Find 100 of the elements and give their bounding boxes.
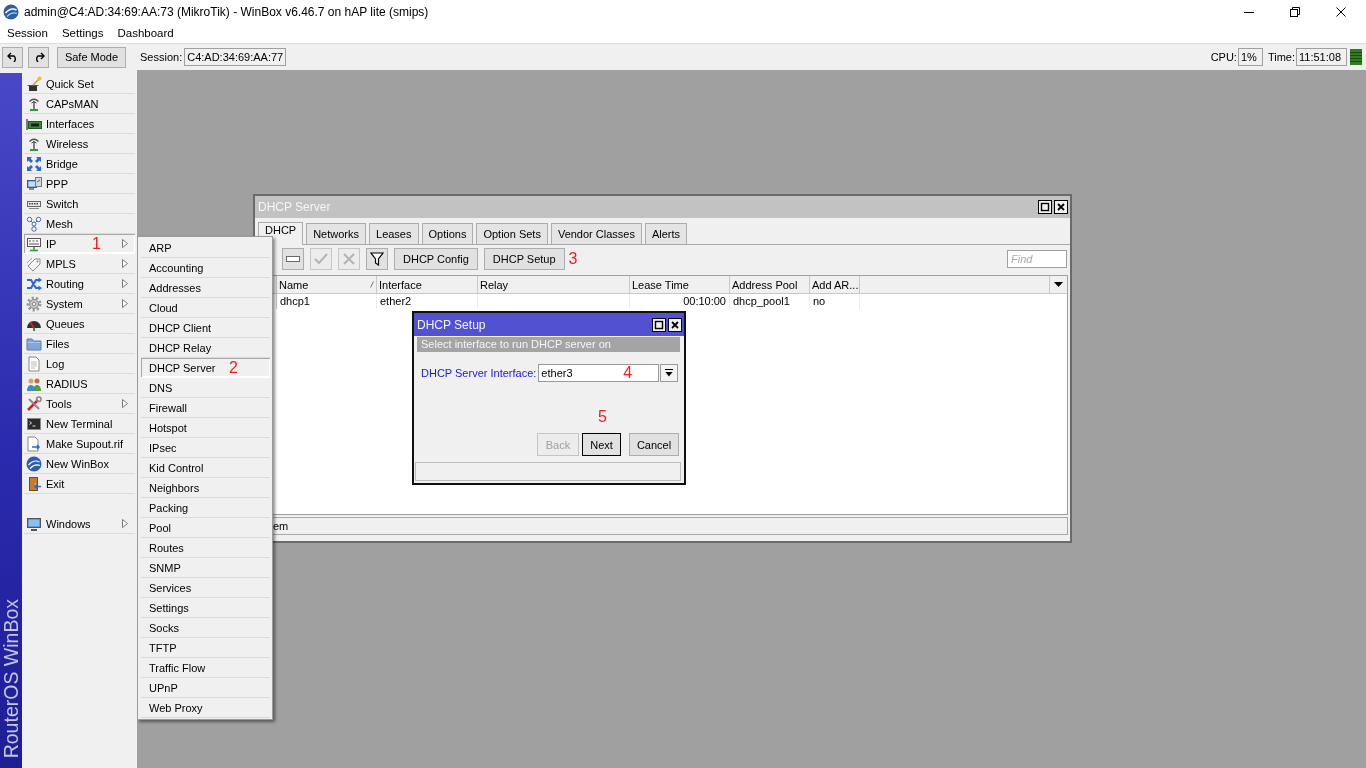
submenu-item[interactable]: DNS (141, 378, 270, 398)
computer-icon (26, 175, 42, 192)
submenu-item[interactable]: ARP (141, 238, 270, 258)
menu-item[interactable]: Settings (54, 24, 111, 43)
sidebar-item[interactable]: New Terminal (24, 414, 135, 434)
tab[interactable]: Vendor Classes (550, 223, 642, 244)
filter-icon (370, 252, 384, 266)
magic-hat-icon (26, 75, 42, 92)
submenu-item[interactable]: Services (141, 578, 270, 598)
tab[interactable]: Networks (306, 223, 366, 244)
session-label: Session: (140, 51, 183, 63)
submenu-item[interactable]: Hotspot (141, 418, 270, 438)
submenu-item[interactable]: Pool (141, 518, 270, 538)
step-number: 2 (229, 359, 238, 377)
dialog-button[interactable]: Cancel (629, 433, 679, 456)
column-header[interactable]: Lease Time (630, 276, 730, 293)
submenu-item[interactable]: UPnP (141, 678, 270, 698)
submenu-item[interactable]: Kid Control (141, 458, 270, 478)
dropdown-button[interactable] (660, 364, 679, 382)
submenu-item[interactable]: Firewall (141, 398, 270, 418)
tab[interactable]: Leases (369, 223, 419, 244)
submenu-item[interactable]: Web Proxy (141, 698, 270, 718)
submenu-item[interactable]: Socks (141, 618, 270, 638)
close-icon[interactable] (1054, 200, 1068, 214)
field-label: DHCP Server Interface: (421, 367, 537, 379)
sidebar-item[interactable]: Wireless (24, 134, 135, 154)
submenu-item[interactable]: SNMP (141, 558, 270, 578)
column-header[interactable]: Interface (377, 276, 478, 293)
column-header[interactable]: Add AR... (810, 276, 860, 293)
sidebar-item[interactable]: System (24, 294, 135, 314)
door-icon (26, 475, 42, 492)
submenu-item[interactable]: Routes (141, 538, 270, 558)
sidebar-item[interactable]: Bridge (24, 154, 135, 174)
submenu-arrow-icon (122, 279, 128, 288)
minus-icon (286, 256, 300, 262)
tab[interactable]: Option Sets (476, 223, 548, 244)
column-header[interactable]: Address Pool (730, 276, 810, 293)
column-header[interactable]: Name (277, 276, 377, 293)
down-arrow-icon (665, 369, 674, 377)
sidebar-item[interactable]: Switch (24, 194, 135, 214)
submenu-item[interactable]: Settings (141, 598, 270, 618)
tag-icon (26, 255, 42, 272)
sidebar-item[interactable]: Exit (24, 474, 135, 494)
sidebar-item[interactable]: CAPsMAN (24, 94, 135, 114)
step-number: 1 (92, 235, 101, 253)
submenu-item[interactable]: DHCP Client (141, 318, 270, 338)
sidebar-item[interactable]: Quick Set (24, 74, 135, 94)
submenu-item[interactable]: Accounting (141, 258, 270, 278)
safe-mode-button[interactable]: Safe Mode (57, 46, 126, 68)
find-field[interactable]: Find (1007, 250, 1067, 268)
column-header[interactable]: Relay (478, 276, 630, 293)
tab[interactable]: Options (421, 223, 474, 244)
submenu-item[interactable]: TFTP (141, 638, 270, 658)
submenu-item[interactable]: Cloud (141, 298, 270, 318)
arrows-icon (26, 155, 42, 172)
submenu-item[interactable]: IPsec (141, 438, 270, 458)
maximize-icon[interactable] (1038, 200, 1052, 214)
sidebar-item[interactable]: Interfaces (24, 114, 135, 134)
sidebar-item[interactable]: Routing (24, 274, 135, 294)
sidebar-item[interactable]: Mesh (24, 214, 135, 234)
close-icon[interactable] (668, 317, 682, 332)
submenu-item[interactable]: Addresses (141, 278, 270, 298)
table-cell: dhcp1 (277, 294, 377, 309)
dialog-button[interactable]: Next (582, 433, 621, 456)
submenu-item[interactable]: Neighbors (141, 478, 270, 498)
submenu-item[interactable]: Packing (141, 498, 270, 518)
submenu-item[interactable]: DHCP Relay (141, 338, 270, 358)
undo-icon (6, 52, 19, 62)
activity-icon (1350, 49, 1362, 65)
cpu-field: 1% (1237, 48, 1263, 66)
nodes-icon (26, 215, 42, 232)
sidebar-item[interactable]: PPP (24, 174, 135, 194)
tab[interactable]: Alerts (644, 223, 688, 244)
submenu-item[interactable]: Traffic Flow (141, 658, 270, 678)
sidebar-item[interactable]: Tools (24, 394, 135, 414)
sidebar-item[interactable]: Queues (24, 314, 135, 334)
menu-item[interactable]: Dashboard (110, 24, 181, 43)
sidebar-item[interactable]: RADIUS (24, 374, 135, 394)
sort-icon (370, 281, 374, 288)
undo-button[interactable] (2, 46, 23, 68)
sidebar-item[interactable]: Files (24, 334, 135, 354)
minus-button[interactable] (282, 248, 304, 270)
dropdown-icon[interactable] (1054, 282, 1063, 287)
sidebar-item[interactable]: New WinBox (24, 454, 135, 474)
maximize-icon[interactable] (652, 317, 666, 332)
sidebar-item[interactable]: MPLS (24, 254, 135, 274)
toolbar-button[interactable]: DHCP Setup (483, 248, 565, 270)
table-cell: ether2 (377, 294, 478, 309)
close-icon (1336, 7, 1346, 17)
submenu-arrow-icon (122, 519, 128, 528)
sidebar-item[interactable]: Windows (24, 514, 135, 534)
gear-icon (26, 295, 42, 312)
time-field: 11:51:08 (1296, 48, 1347, 66)
sidebar-item[interactable]: Make Supout.rif (24, 434, 135, 454)
sidebar-item[interactable]: Log (24, 354, 135, 374)
redo-button[interactable] (28, 46, 49, 68)
monitor-icon (26, 515, 42, 532)
toolbar-button[interactable]: DHCP Config (394, 248, 478, 270)
filter-button[interactable] (366, 248, 388, 270)
menu-item[interactable]: Session (0, 24, 55, 43)
